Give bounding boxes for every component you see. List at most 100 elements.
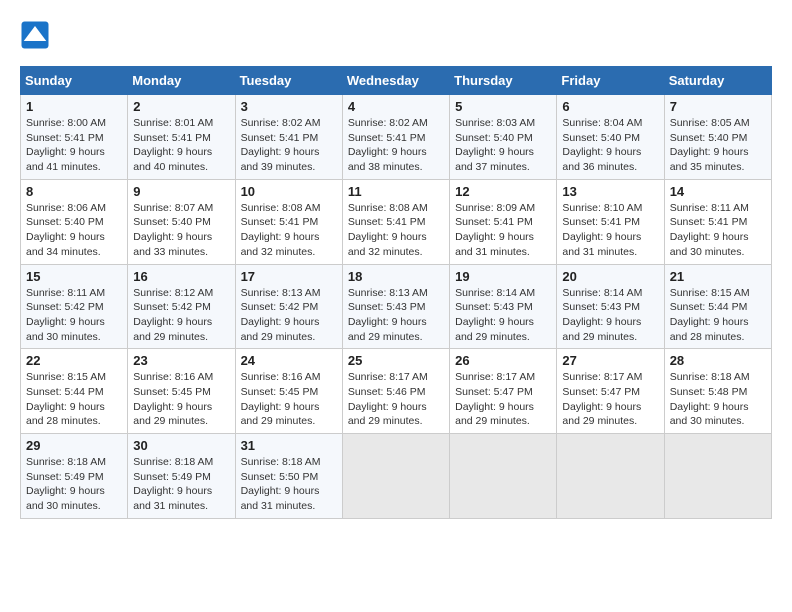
day-detail: Sunrise: 8:06 AM Sunset: 5:40 PM Dayligh… xyxy=(26,201,122,260)
calendar-day-cell: 31 Sunrise: 8:18 AM Sunset: 5:50 PM Dayl… xyxy=(235,434,342,519)
day-detail: Sunrise: 8:16 AM Sunset: 5:45 PM Dayligh… xyxy=(133,370,229,429)
day-number: 24 xyxy=(241,353,337,368)
day-detail: Sunrise: 8:02 AM Sunset: 5:41 PM Dayligh… xyxy=(348,116,444,175)
day-number: 22 xyxy=(26,353,122,368)
calendar-day-cell: 28 Sunrise: 8:18 AM Sunset: 5:48 PM Dayl… xyxy=(664,349,771,434)
weekday-header: Monday xyxy=(128,67,235,95)
day-detail: Sunrise: 8:08 AM Sunset: 5:41 PM Dayligh… xyxy=(241,201,337,260)
calendar-week-row: 1 Sunrise: 8:00 AM Sunset: 5:41 PM Dayli… xyxy=(21,95,772,180)
day-detail: Sunrise: 8:15 AM Sunset: 5:44 PM Dayligh… xyxy=(26,370,122,429)
day-number: 8 xyxy=(26,184,122,199)
day-detail: Sunrise: 8:14 AM Sunset: 5:43 PM Dayligh… xyxy=(562,286,658,345)
day-number: 3 xyxy=(241,99,337,114)
day-number: 15 xyxy=(26,269,122,284)
day-detail: Sunrise: 8:01 AM Sunset: 5:41 PM Dayligh… xyxy=(133,116,229,175)
day-number: 6 xyxy=(562,99,658,114)
day-number: 31 xyxy=(241,438,337,453)
day-number: 13 xyxy=(562,184,658,199)
day-detail: Sunrise: 8:10 AM Sunset: 5:41 PM Dayligh… xyxy=(562,201,658,260)
weekday-header: Tuesday xyxy=(235,67,342,95)
day-number: 20 xyxy=(562,269,658,284)
calendar-day-cell: 17 Sunrise: 8:13 AM Sunset: 5:42 PM Dayl… xyxy=(235,264,342,349)
calendar-day-cell xyxy=(342,434,449,519)
day-detail: Sunrise: 8:17 AM Sunset: 5:47 PM Dayligh… xyxy=(455,370,551,429)
day-detail: Sunrise: 8:08 AM Sunset: 5:41 PM Dayligh… xyxy=(348,201,444,260)
day-detail: Sunrise: 8:02 AM Sunset: 5:41 PM Dayligh… xyxy=(241,116,337,175)
weekday-header: Thursday xyxy=(450,67,557,95)
calendar-day-cell: 29 Sunrise: 8:18 AM Sunset: 5:49 PM Dayl… xyxy=(21,434,128,519)
day-number: 30 xyxy=(133,438,229,453)
calendar-day-cell: 16 Sunrise: 8:12 AM Sunset: 5:42 PM Dayl… xyxy=(128,264,235,349)
header xyxy=(20,20,772,50)
day-number: 17 xyxy=(241,269,337,284)
day-number: 25 xyxy=(348,353,444,368)
day-detail: Sunrise: 8:00 AM Sunset: 5:41 PM Dayligh… xyxy=(26,116,122,175)
day-detail: Sunrise: 8:18 AM Sunset: 5:50 PM Dayligh… xyxy=(241,455,337,514)
day-detail: Sunrise: 8:07 AM Sunset: 5:40 PM Dayligh… xyxy=(133,201,229,260)
calendar-day-cell: 25 Sunrise: 8:17 AM Sunset: 5:46 PM Dayl… xyxy=(342,349,449,434)
calendar-day-cell: 14 Sunrise: 8:11 AM Sunset: 5:41 PM Dayl… xyxy=(664,179,771,264)
calendar-day-cell xyxy=(450,434,557,519)
calendar-day-cell: 9 Sunrise: 8:07 AM Sunset: 5:40 PM Dayli… xyxy=(128,179,235,264)
calendar-week-row: 8 Sunrise: 8:06 AM Sunset: 5:40 PM Dayli… xyxy=(21,179,772,264)
day-number: 2 xyxy=(133,99,229,114)
day-number: 14 xyxy=(670,184,766,199)
weekday-header: Wednesday xyxy=(342,67,449,95)
day-number: 10 xyxy=(241,184,337,199)
day-detail: Sunrise: 8:15 AM Sunset: 5:44 PM Dayligh… xyxy=(670,286,766,345)
day-number: 1 xyxy=(26,99,122,114)
day-number: 12 xyxy=(455,184,551,199)
day-detail: Sunrise: 8:12 AM Sunset: 5:42 PM Dayligh… xyxy=(133,286,229,345)
day-detail: Sunrise: 8:16 AM Sunset: 5:45 PM Dayligh… xyxy=(241,370,337,429)
calendar-header: SundayMondayTuesdayWednesdayThursdayFrid… xyxy=(21,67,772,95)
calendar-day-cell: 8 Sunrise: 8:06 AM Sunset: 5:40 PM Dayli… xyxy=(21,179,128,264)
day-number: 29 xyxy=(26,438,122,453)
day-number: 23 xyxy=(133,353,229,368)
day-number: 18 xyxy=(348,269,444,284)
weekday-header: Sunday xyxy=(21,67,128,95)
calendar-day-cell: 24 Sunrise: 8:16 AM Sunset: 5:45 PM Dayl… xyxy=(235,349,342,434)
calendar-day-cell: 10 Sunrise: 8:08 AM Sunset: 5:41 PM Dayl… xyxy=(235,179,342,264)
calendar-day-cell: 22 Sunrise: 8:15 AM Sunset: 5:44 PM Dayl… xyxy=(21,349,128,434)
calendar-day-cell: 26 Sunrise: 8:17 AM Sunset: 5:47 PM Dayl… xyxy=(450,349,557,434)
weekday-header: Saturday xyxy=(664,67,771,95)
calendar-day-cell: 27 Sunrise: 8:17 AM Sunset: 5:47 PM Dayl… xyxy=(557,349,664,434)
day-number: 16 xyxy=(133,269,229,284)
calendar-day-cell: 6 Sunrise: 8:04 AM Sunset: 5:40 PM Dayli… xyxy=(557,95,664,180)
calendar-day-cell: 3 Sunrise: 8:02 AM Sunset: 5:41 PM Dayli… xyxy=(235,95,342,180)
day-detail: Sunrise: 8:11 AM Sunset: 5:42 PM Dayligh… xyxy=(26,286,122,345)
day-detail: Sunrise: 8:13 AM Sunset: 5:43 PM Dayligh… xyxy=(348,286,444,345)
calendar-day-cell: 20 Sunrise: 8:14 AM Sunset: 5:43 PM Dayl… xyxy=(557,264,664,349)
day-detail: Sunrise: 8:18 AM Sunset: 5:48 PM Dayligh… xyxy=(670,370,766,429)
calendar-day-cell: 19 Sunrise: 8:14 AM Sunset: 5:43 PM Dayl… xyxy=(450,264,557,349)
calendar-day-cell: 18 Sunrise: 8:13 AM Sunset: 5:43 PM Dayl… xyxy=(342,264,449,349)
calendar-day-cell: 12 Sunrise: 8:09 AM Sunset: 5:41 PM Dayl… xyxy=(450,179,557,264)
calendar-day-cell: 30 Sunrise: 8:18 AM Sunset: 5:49 PM Dayl… xyxy=(128,434,235,519)
day-detail: Sunrise: 8:18 AM Sunset: 5:49 PM Dayligh… xyxy=(133,455,229,514)
day-number: 27 xyxy=(562,353,658,368)
day-number: 9 xyxy=(133,184,229,199)
logo-icon xyxy=(20,20,50,50)
calendar-day-cell: 21 Sunrise: 8:15 AM Sunset: 5:44 PM Dayl… xyxy=(664,264,771,349)
day-detail: Sunrise: 8:11 AM Sunset: 5:41 PM Dayligh… xyxy=(670,201,766,260)
day-detail: Sunrise: 8:05 AM Sunset: 5:40 PM Dayligh… xyxy=(670,116,766,175)
calendar-week-row: 22 Sunrise: 8:15 AM Sunset: 5:44 PM Dayl… xyxy=(21,349,772,434)
day-number: 26 xyxy=(455,353,551,368)
day-number: 11 xyxy=(348,184,444,199)
day-detail: Sunrise: 8:18 AM Sunset: 5:49 PM Dayligh… xyxy=(26,455,122,514)
day-detail: Sunrise: 8:03 AM Sunset: 5:40 PM Dayligh… xyxy=(455,116,551,175)
calendar-day-cell: 23 Sunrise: 8:16 AM Sunset: 5:45 PM Dayl… xyxy=(128,349,235,434)
calendar-day-cell: 2 Sunrise: 8:01 AM Sunset: 5:41 PM Dayli… xyxy=(128,95,235,180)
calendar-day-cell: 1 Sunrise: 8:00 AM Sunset: 5:41 PM Dayli… xyxy=(21,95,128,180)
calendar-table: SundayMondayTuesdayWednesdayThursdayFrid… xyxy=(20,66,772,519)
calendar-day-cell xyxy=(557,434,664,519)
calendar-day-cell: 15 Sunrise: 8:11 AM Sunset: 5:42 PM Dayl… xyxy=(21,264,128,349)
calendar-week-row: 29 Sunrise: 8:18 AM Sunset: 5:49 PM Dayl… xyxy=(21,434,772,519)
calendar-day-cell: 5 Sunrise: 8:03 AM Sunset: 5:40 PM Dayli… xyxy=(450,95,557,180)
weekday-header: Friday xyxy=(557,67,664,95)
calendar-day-cell xyxy=(664,434,771,519)
day-number: 19 xyxy=(455,269,551,284)
day-number: 21 xyxy=(670,269,766,284)
day-detail: Sunrise: 8:17 AM Sunset: 5:46 PM Dayligh… xyxy=(348,370,444,429)
day-number: 5 xyxy=(455,99,551,114)
